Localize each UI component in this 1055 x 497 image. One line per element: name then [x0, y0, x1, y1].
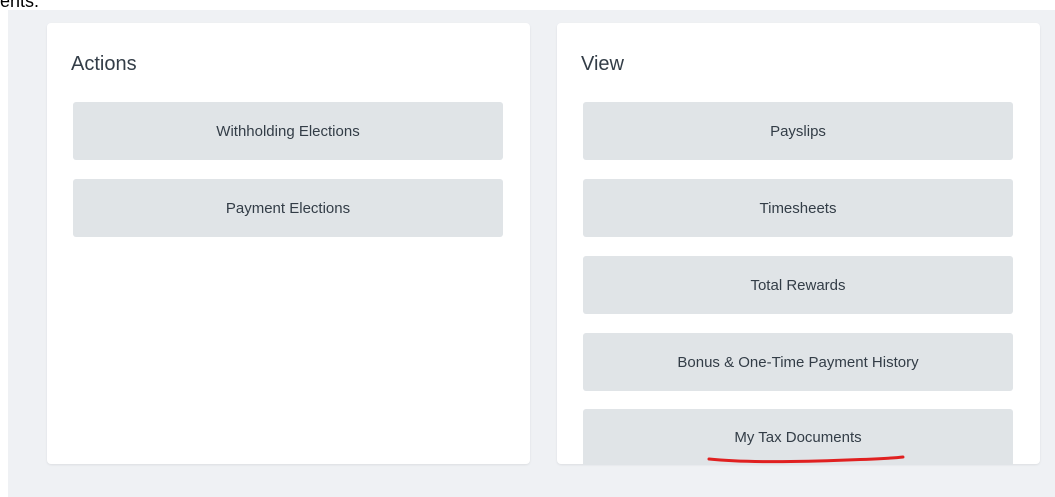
total-rewards-button[interactable]: Total Rewards — [583, 256, 1013, 314]
withholding-elections-button[interactable]: Withholding Elections — [73, 102, 503, 160]
payment-elections-button[interactable]: Payment Elections — [73, 179, 503, 237]
payslips-button[interactable]: Payslips — [583, 102, 1013, 160]
timesheets-button[interactable]: Timesheets — [583, 179, 1013, 237]
view-card: View Payslips Timesheets Total Rewards B… — [557, 23, 1040, 465]
view-card-title: View — [581, 53, 624, 75]
actions-card: Actions Withholding Elections Payment El… — [47, 23, 530, 464]
bonus-one-time-payment-history-button[interactable]: Bonus & One-Time Payment History — [583, 333, 1013, 391]
actions-card-title: Actions — [71, 53, 137, 75]
red-underline-annotation — [707, 455, 905, 464]
